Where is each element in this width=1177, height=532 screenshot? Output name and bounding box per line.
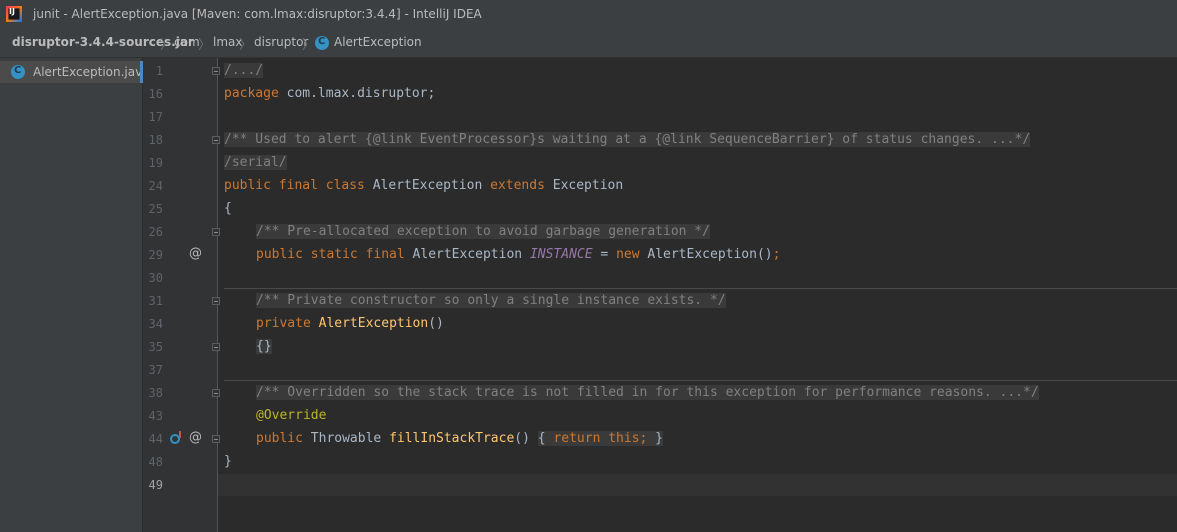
code-text: /.../: [224, 63, 264, 78]
code-text: private AlertException(): [256, 316, 444, 331]
line-number: 44: [148, 432, 163, 446]
annotation: @Override: [256, 408, 327, 423]
method-name: fillInStackTrace: [389, 431, 515, 446]
code-text: /serial/: [224, 155, 287, 170]
line-number: 29: [148, 248, 163, 262]
code-text: public Throwable fillInStackTrace() { re…: [256, 431, 664, 446]
code-line: 24 public final class AlertException ext…: [0, 175, 1177, 198]
type-name: Throwable: [302, 431, 390, 446]
window-title: junit - AlertException.java [Maven: com.…: [33, 7, 482, 21]
code-line: 34 private AlertException(): [0, 313, 1177, 336]
breadcrumb-separator: 〉: [198, 38, 212, 53]
breadcrumb: disruptor-3.4.4-sources.jar 〉 com 〉 lmax…: [0, 30, 1177, 58]
line-number: 24: [148, 179, 163, 193]
breadcrumb-com[interactable]: com: [174, 35, 200, 49]
breadcrumb-separator: 〉: [302, 38, 316, 53]
code-line: 31 /** Private constructor so only a sin…: [0, 290, 1177, 313]
line-number: 37: [148, 363, 163, 377]
keyword: return this;: [553, 431, 648, 446]
line-number: 35: [148, 340, 163, 354]
code-line: 16 package com.lmax.disruptor;: [0, 83, 1177, 106]
code-line: 49: [0, 474, 1177, 497]
field-name: INSTANCE: [529, 247, 593, 262]
keyword: public: [256, 431, 303, 446]
doc-comment: /** Overridden so the stack trace is not…: [256, 385, 1039, 400]
semicolon: ;: [772, 247, 781, 262]
breadcrumb-separator: 〉: [160, 38, 174, 53]
line-number: 49: [148, 478, 163, 492]
brace-close: }: [647, 431, 664, 446]
code-text: public static final AlertException INSTA…: [256, 247, 780, 262]
parens: (): [428, 316, 444, 331]
code-line: 29 @ public static final AlertException …: [0, 244, 1177, 267]
line-number: 18: [148, 133, 163, 147]
keyword: new: [616, 247, 640, 262]
override-icon[interactable]: [170, 431, 181, 444]
line-number: 1: [155, 64, 163, 78]
fold-icon[interactable]: [212, 136, 220, 144]
breadcrumb-separator: 〉: [239, 38, 253, 53]
keyword: public final class: [224, 178, 365, 193]
fold-icon[interactable]: [212, 389, 220, 397]
annotation-gutter-icon[interactable]: @: [189, 430, 202, 445]
line-number: 19: [148, 156, 163, 170]
line-number: 25: [148, 202, 163, 216]
method-name: AlertException: [318, 316, 429, 331]
code-text: package com.lmax.disruptor;: [224, 86, 435, 101]
folded-body[interactable]: { return this; }: [537, 431, 664, 446]
fold-icon[interactable]: [212, 435, 220, 443]
code-line: 43 @Override: [0, 405, 1177, 428]
package-name: com.lmax.disruptor;: [278, 86, 436, 101]
brace-open: {: [537, 431, 554, 446]
line-number: 34: [148, 317, 163, 331]
line-number: 30: [148, 271, 163, 285]
code-text: {}: [256, 339, 272, 354]
keyword: private: [256, 316, 311, 331]
code-line: 48 }: [0, 451, 1177, 474]
intellij-icon: [6, 6, 22, 22]
fold-icon[interactable]: [212, 343, 220, 351]
code-text: {: [224, 201, 232, 216]
code-line: 35 {}: [0, 336, 1177, 359]
breadcrumb-disruptor[interactable]: disruptor: [254, 35, 308, 49]
fold-icon[interactable]: [212, 67, 220, 75]
code-text: public final class AlertException extend…: [224, 178, 623, 193]
code-line: 1 /.../: [0, 60, 1177, 83]
line-number: 31: [148, 294, 163, 308]
annotation-gutter-icon[interactable]: @: [189, 246, 202, 261]
code-line: 25 {: [0, 198, 1177, 221]
code-line: 17: [0, 106, 1177, 129]
keyword: extends: [490, 178, 545, 193]
code-line: 38 /** Overridden so the stack trace is …: [0, 382, 1177, 405]
line-number: 26: [148, 225, 163, 239]
operator: =: [592, 247, 617, 262]
breadcrumb-class[interactable]: AlertException: [334, 35, 422, 49]
code-text: }: [224, 454, 232, 469]
type-name: AlertException: [404, 247, 530, 262]
title-bar: junit - AlertException.java [Maven: com.…: [0, 0, 1177, 30]
class-name: AlertException: [364, 178, 491, 193]
fold-icon[interactable]: [212, 228, 220, 236]
line-number: 48: [148, 455, 163, 469]
code-line: 19 /serial/: [0, 152, 1177, 175]
constructor-call: AlertException(): [639, 247, 773, 262]
fold-icon[interactable]: [212, 297, 220, 305]
line-number: 38: [148, 386, 163, 400]
line-number: 16: [148, 87, 163, 101]
code-line: 37: [0, 359, 1177, 382]
keyword: public static final: [256, 247, 405, 262]
line-number: 17: [148, 110, 163, 124]
code-line: 44 @ public Throwable fillInStackTrace()…: [0, 428, 1177, 451]
doc-comment: /** Used to alert {@link EventProcessor}…: [224, 132, 1031, 147]
class-icon: [315, 36, 329, 50]
doc-comment: /** Pre-allocated exception to avoid gar…: [256, 224, 710, 239]
keyword: package: [224, 86, 279, 101]
parens: (): [514, 431, 530, 446]
doc-comment: /** Private constructor so only a single…: [256, 293, 726, 308]
superclass-name: Exception: [544, 178, 624, 193]
code-line: 30: [0, 267, 1177, 290]
code-line: 26 /** Pre-allocated exception to avoid …: [0, 221, 1177, 244]
code-line: 18 /** Used to alert {@link EventProcess…: [0, 129, 1177, 152]
line-number: 43: [148, 409, 163, 423]
